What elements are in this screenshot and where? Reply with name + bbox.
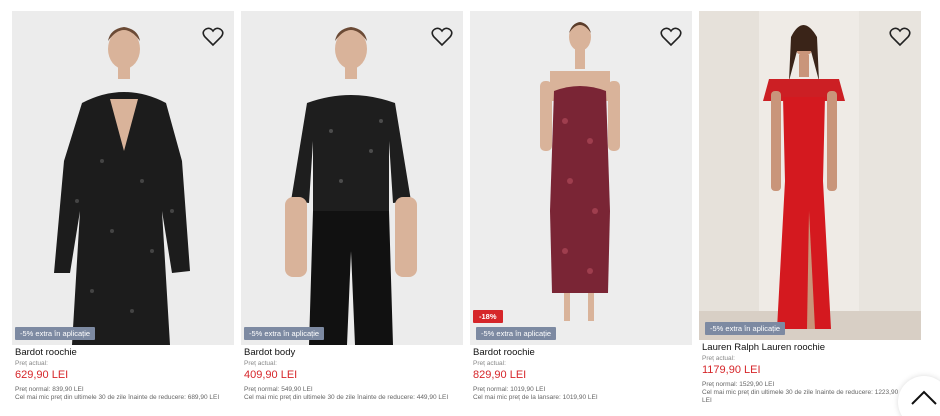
model-photo	[241, 11, 463, 345]
product-name[interactable]: Bardot roochie	[473, 347, 689, 358]
promo-badge: -5% extra în aplicație	[244, 327, 325, 340]
heart-outline-icon	[660, 27, 682, 47]
product-image[interactable]: -18% -5% extra în aplicație	[470, 11, 692, 345]
normal-price: Preț normal: 1019,90 LEI	[473, 386, 546, 393]
product-info: Bardot roochie Preț actual: 829,90 LEI P…	[473, 347, 689, 402]
model-photo	[470, 11, 692, 345]
current-price-label: Preț actual:	[15, 360, 48, 367]
product-image[interactable]: -5% extra în aplicație	[699, 11, 921, 340]
product-info: Lauren Ralph Lauren roochie Preț actual:…	[702, 342, 918, 405]
model-photo	[699, 11, 921, 340]
favorite-button[interactable]	[660, 27, 682, 47]
current-price-label: Preț actual:	[702, 355, 735, 362]
lowest-price: Cel mai mic preț din ultimele 30 de zile…	[244, 394, 449, 401]
heart-outline-icon	[431, 27, 453, 47]
promo-badge: -5% extra în aplicație	[15, 327, 96, 340]
current-price: 829,90 LEI	[473, 369, 527, 381]
product-info: Bardot body Preț actual: 409,90 LEI Preț…	[244, 347, 460, 402]
lowest-price: Cel mai mic preț din ultimele 30 de zile…	[15, 394, 220, 401]
heart-outline-icon	[889, 27, 911, 47]
current-price: 409,90 LEI	[244, 369, 298, 381]
chevron-up-icon	[911, 390, 937, 405]
promo-badge: -5% extra în aplicație	[476, 327, 557, 340]
favorite-button[interactable]	[889, 27, 911, 47]
product-name[interactable]: Lauren Ralph Lauren roochie	[702, 342, 918, 353]
product-name[interactable]: Bardot body	[244, 347, 460, 358]
product-image[interactable]: -5% extra în aplicație	[241, 11, 463, 345]
current-price-label: Preț actual:	[473, 360, 506, 367]
favorite-button[interactable]	[202, 27, 224, 47]
current-price-label: Preț actual:	[244, 360, 277, 367]
model-photo	[12, 11, 234, 345]
promo-badge: -5% extra în aplicație	[705, 322, 786, 335]
normal-price: Preț normal: 549,90 LEI	[244, 386, 313, 393]
product-image[interactable]: -5% extra în aplicație	[12, 11, 234, 345]
normal-price: Preț normal: 1529,90 LEI	[702, 381, 775, 388]
product-name[interactable]: Bardot roochie	[15, 347, 231, 358]
normal-price: Preț normal: 839,90 LEI	[15, 386, 84, 393]
favorite-button[interactable]	[431, 27, 453, 47]
heart-outline-icon	[202, 27, 224, 47]
current-price: 629,90 LEI	[15, 369, 69, 381]
current-price: 1179,90 LEI	[702, 364, 761, 376]
product-info: Bardot roochie Preț actual: 629,90 LEI P…	[15, 347, 231, 402]
lowest-price: Cel mai mic preț din ultimele 30 de zile…	[702, 389, 899, 404]
lowest-price: Cel mai mic preț de la lansare: 1019,90 …	[473, 394, 598, 401]
discount-badge: -18%	[473, 310, 503, 323]
